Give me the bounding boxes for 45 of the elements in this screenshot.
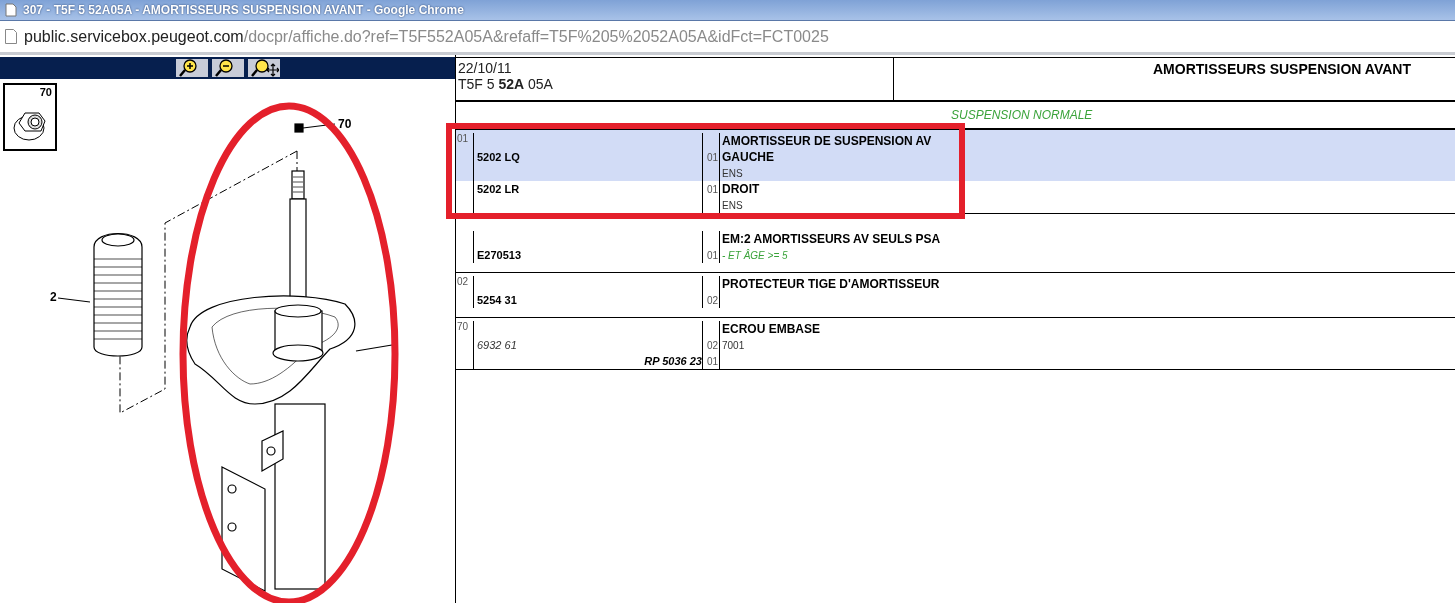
zoom-out-button[interactable] (211, 59, 244, 77)
quantity-cell: 01 (706, 183, 718, 195)
part-number-cell: 5202 LR (477, 183, 520, 195)
callout-number: 70 (39, 86, 52, 98)
index-cell: 02 (457, 276, 469, 287)
description-cell: AMORTISSEUR DE SUSPENSION AV (722, 134, 932, 148)
quantity-cell: 01 (706, 151, 718, 163)
part-number-cell: E270513 (477, 249, 522, 261)
part-number-cell: RP 5036 23 (644, 355, 702, 367)
quantity-cell: 01 (706, 249, 718, 261)
description-cell: ECROU EMBASE (722, 322, 820, 336)
description-cell: - ET ÂGE >= 5 (722, 249, 788, 261)
page-icon (5, 3, 17, 17)
page-icon (4, 28, 18, 45)
description-cell: DROIT (722, 182, 760, 196)
index-cell: 70 (457, 321, 469, 332)
window-title: 307 - T5F 5 52A05A - AMORTISSEURS SUSPENSION AVANT - Google Chrome (23, 3, 464, 17)
table-row[interactable]: 02 PROTECTEUR TIGE D'AMORTISSEUR 5254 31 02 (456, 273, 1455, 308)
callout-number: 2 (50, 290, 57, 304)
description-cell: PROTECTEUR TIGE D'AMORTISSEUR (722, 277, 940, 291)
url-text[interactable]: public.servicebox.peugeot.com/docpr/affiche.do?ref=T5F552A05A&refaff=T5F%205%2052A05A&idFct=FCT0025 (24, 27, 829, 46)
description-cell: ENS (722, 199, 743, 211)
part-number-cell: 6932 61 (477, 339, 517, 351)
description-cell: GAUCHE (722, 150, 774, 164)
table-row[interactable]: 5202 LR 01 DROIT ENS (456, 181, 1455, 213)
zoom-in-button[interactable] (175, 59, 208, 77)
callout-number: 70 (338, 117, 352, 131)
index-cell: 01 (457, 133, 469, 144)
table-row[interactable]: EM:2 AMORTISSEURS AV SEULS PSA E270513 01 - ET ÂGE >= 5 (456, 228, 1455, 263)
description-cell: EM:2 AMORTISSEURS AV SEULS PSA (722, 232, 941, 246)
part-number-cell: 5254 31 (477, 294, 517, 306)
quantity-cell: 01 (706, 355, 718, 367)
sheet-title: AMORTISSEURS SUSPENSION AVANT (1153, 61, 1411, 79)
zoom-pan-button[interactable] (247, 59, 280, 77)
table-row[interactable]: 70 ECROU EMBASE 6932 61 02 7001 RP 5036 23 01 (456, 318, 1455, 369)
thumbnail-card[interactable]: 70 (3, 83, 57, 151)
quantity-cell: 02 (706, 339, 718, 351)
quantity-cell: 02 (706, 294, 718, 306)
table-row[interactable]: 01 AMORTISSEUR DE SUSPENSION AV 5202 LQ 01 GAUCHE ENS (456, 130, 1455, 181)
section-label: SUSPENSION NORMALE (951, 108, 1093, 122)
date-text: 22/10/11 (458, 60, 513, 76)
part-number-cell: 5202 LQ (477, 151, 520, 163)
description-cell: ENS (722, 167, 743, 179)
reference-text: T5F 5 52A 05A (458, 76, 554, 92)
description-cell: 7001 (722, 339, 745, 351)
